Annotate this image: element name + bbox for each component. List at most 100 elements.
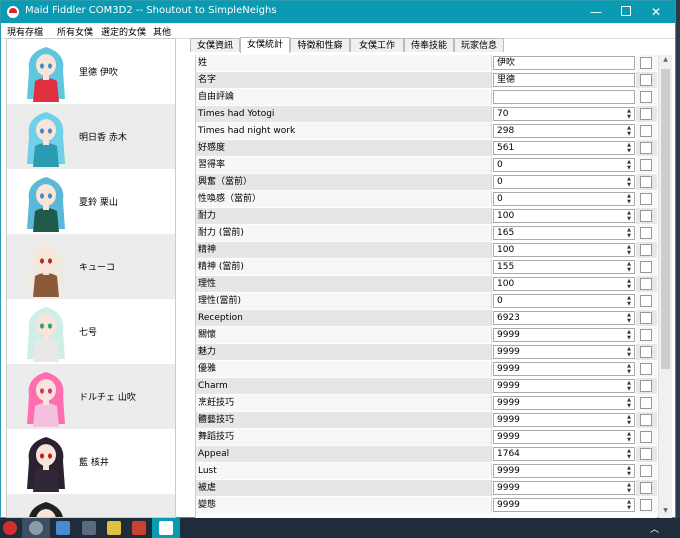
maid-list-item[interactable]: 明日香 赤木 xyxy=(7,104,175,169)
lock-checkbox[interactable] xyxy=(640,397,652,409)
terminal-app-icon[interactable] xyxy=(82,521,96,535)
maid-app-icon[interactable] xyxy=(132,521,146,535)
tab-4[interactable]: 侍奉技能 xyxy=(404,38,454,52)
spinner-arrows-icon[interactable]: ▲ ▼ xyxy=(625,312,633,324)
spinner-arrows-icon[interactable]: ▲ ▼ xyxy=(625,380,633,392)
menu-selected-maid[interactable]: 選定的女僕 xyxy=(101,25,146,38)
lock-checkbox[interactable] xyxy=(640,380,652,392)
lock-checkbox[interactable] xyxy=(640,125,652,137)
menu-existing-saves[interactable]: 現有存檔 xyxy=(7,25,43,38)
maid-list-item[interactable] xyxy=(7,494,175,517)
spinner-arrows-icon[interactable]: ▲ ▼ xyxy=(625,210,633,222)
lock-checkbox[interactable] xyxy=(640,74,652,86)
lock-checkbox[interactable] xyxy=(640,210,652,222)
stat-value-stepper[interactable]: 155 ▲ ▼ xyxy=(493,260,635,274)
maximize-button[interactable] xyxy=(611,1,641,23)
tab-5[interactable]: 玩家信息 xyxy=(454,38,504,52)
stat-value-stepper[interactable]: 1764 ▲ ▼ xyxy=(493,447,635,461)
stat-value-stepper[interactable]: 561 ▲ ▼ xyxy=(493,141,635,155)
stat-value-stepper[interactable]: 0 ▲ ▼ xyxy=(493,175,635,189)
tab-1[interactable]: 女僕統計 xyxy=(240,37,290,53)
spinner-arrows-icon[interactable]: ▲ ▼ xyxy=(625,465,633,477)
spinner-arrows-icon[interactable]: ▲ ▼ xyxy=(625,278,633,290)
lock-checkbox[interactable] xyxy=(640,278,652,290)
spinner-arrows-icon[interactable]: ▲ ▼ xyxy=(625,193,633,205)
stat-value-stepper[interactable]: 0 ▲ ▼ xyxy=(493,294,635,308)
lock-checkbox[interactable] xyxy=(640,193,652,205)
lock-checkbox[interactable] xyxy=(640,431,652,443)
spinner-arrows-icon[interactable]: ▲ ▼ xyxy=(625,159,633,171)
lock-checkbox[interactable] xyxy=(640,346,652,358)
lock-checkbox[interactable] xyxy=(640,91,652,103)
stat-value-stepper[interactable]: 9999 ▲ ▼ xyxy=(493,379,635,393)
spinner-arrows-icon[interactable]: ▲ ▼ xyxy=(625,176,633,188)
lock-checkbox[interactable] xyxy=(640,482,652,494)
lock-checkbox[interactable] xyxy=(640,244,652,256)
record-app-icon[interactable] xyxy=(3,521,17,535)
stat-value-stepper[interactable]: 9999 ▲ ▼ xyxy=(493,328,635,342)
maid-list-item[interactable]: 里德 伊吹 xyxy=(7,39,175,104)
stat-value-stepper[interactable]: 9999 ▲ ▼ xyxy=(493,396,635,410)
lock-checkbox[interactable] xyxy=(640,295,652,307)
close-button[interactable]: ✕ xyxy=(641,1,671,23)
spinner-arrows-icon[interactable]: ▲ ▼ xyxy=(625,346,633,358)
lock-checkbox[interactable] xyxy=(640,329,652,341)
stat-value-stepper[interactable]: 298 ▲ ▼ xyxy=(493,124,635,138)
notes-app-icon[interactable] xyxy=(107,521,121,535)
spinner-arrows-icon[interactable]: ▲ ▼ xyxy=(625,448,633,460)
tray-chevron-icon[interactable]: ︿ xyxy=(650,522,659,535)
spinner-arrows-icon[interactable]: ▲ ▼ xyxy=(625,125,633,137)
stat-value-stepper[interactable]: 9999 ▲ ▼ xyxy=(493,498,635,512)
maid-fiddler-taskbar-icon[interactable] xyxy=(159,521,173,535)
files-app-icon[interactable] xyxy=(56,521,70,535)
spinner-arrows-icon[interactable]: ▲ ▼ xyxy=(625,329,633,341)
maid-list-item[interactable]: 七号 xyxy=(7,299,175,364)
stat-value-stepper[interactable]: 0 ▲ ▼ xyxy=(493,158,635,172)
lock-checkbox[interactable] xyxy=(640,261,652,273)
spinner-arrows-icon[interactable]: ▲ ▼ xyxy=(625,244,633,256)
stat-value-stepper[interactable]: 9999 ▲ ▼ xyxy=(493,362,635,376)
spinner-arrows-icon[interactable]: ▲ ▼ xyxy=(625,108,633,120)
menu-all-maids[interactable]: 所有女僕 xyxy=(57,25,93,38)
maid-list-item[interactable]: ドルチェ 山吹 xyxy=(7,364,175,429)
spinner-arrows-icon[interactable]: ▲ ▼ xyxy=(625,261,633,273)
vertical-scrollbar[interactable]: ▲ ▼ xyxy=(658,55,672,518)
maid-list[interactable]: 里德 伊吹 明日香 赤木 夏鈴 栗山 キューコ 七号 ドルチェ 山吹 藍 核井 xyxy=(6,38,176,518)
lock-checkbox[interactable] xyxy=(640,227,652,239)
spinner-arrows-icon[interactable]: ▲ ▼ xyxy=(625,142,633,154)
stat-value-stepper[interactable]: 9999 ▲ ▼ xyxy=(493,430,635,444)
title-bar[interactable]: Maid Fiddler COM3D2 -- Shoutout to Simpl… xyxy=(1,1,675,23)
lock-checkbox[interactable] xyxy=(640,159,652,171)
spinner-arrows-icon[interactable]: ▲ ▼ xyxy=(625,227,633,239)
spinner-arrows-icon[interactable]: ▲ ▼ xyxy=(625,482,633,494)
menu-other[interactable]: 其他 xyxy=(153,25,171,38)
tab-3[interactable]: 女僕工作 xyxy=(350,38,404,52)
maid-list-item[interactable]: 藍 核井 xyxy=(7,429,175,494)
lock-checkbox[interactable] xyxy=(640,465,652,477)
stat-value-stepper[interactable]: 9999 ▲ ▼ xyxy=(493,413,635,427)
spinner-arrows-icon[interactable]: ▲ ▼ xyxy=(625,431,633,443)
minimize-button[interactable]: — xyxy=(581,1,611,23)
stat-value-stepper[interactable]: 100 ▲ ▼ xyxy=(493,277,635,291)
stat-value-stepper[interactable]: 0 ▲ ▼ xyxy=(493,192,635,206)
stat-value-stepper[interactable]: 9999 ▲ ▼ xyxy=(493,481,635,495)
maid-list-item[interactable]: 夏鈴 栗山 xyxy=(7,169,175,234)
stat-value-stepper[interactable]: 9999 ▲ ▼ xyxy=(493,345,635,359)
maid-list-item[interactable]: キューコ xyxy=(7,234,175,299)
scrollbar-thumb[interactable] xyxy=(661,69,670,369)
lock-checkbox[interactable] xyxy=(640,142,652,154)
stat-value-stepper[interactable]: 165 ▲ ▼ xyxy=(493,226,635,240)
lock-checkbox[interactable] xyxy=(640,363,652,375)
spinner-arrows-icon[interactable]: ▲ ▼ xyxy=(625,414,633,426)
scroll-up-icon[interactable]: ▲ xyxy=(661,56,670,66)
tab-2[interactable]: 特徵和性癖 xyxy=(290,38,350,52)
lock-checkbox[interactable] xyxy=(640,414,652,426)
stat-value-field[interactable]: 里德 xyxy=(493,73,635,87)
lock-checkbox[interactable] xyxy=(640,312,652,324)
lock-checkbox[interactable] xyxy=(640,176,652,188)
stat-value-stepper[interactable]: 9999 ▲ ▼ xyxy=(493,464,635,478)
stat-value-stepper[interactable]: 70 ▲ ▼ xyxy=(493,107,635,121)
game-app-icon[interactable] xyxy=(29,521,43,535)
stat-value-stepper[interactable]: 6923 ▲ ▼ xyxy=(493,311,635,325)
scroll-down-icon[interactable]: ▼ xyxy=(661,507,670,517)
